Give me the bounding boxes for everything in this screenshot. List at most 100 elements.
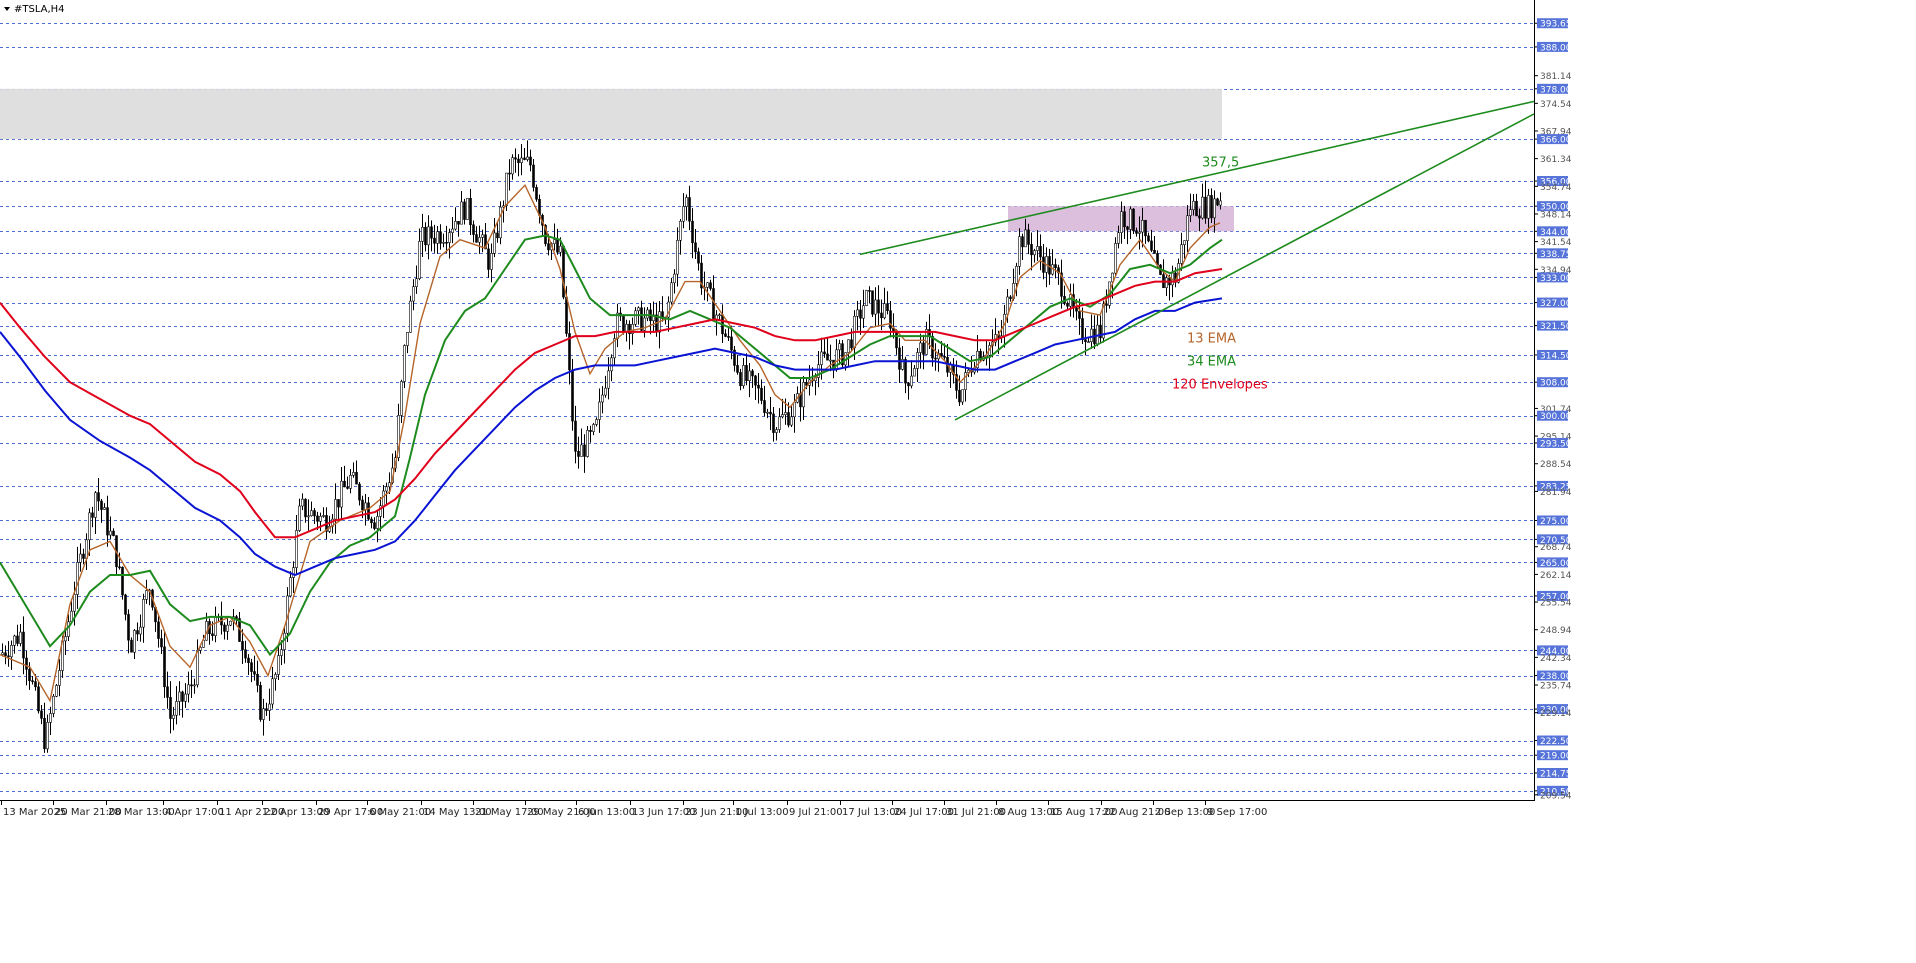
- price-tick-label: 366.00: [1540, 136, 1572, 146]
- annotation-label: 120 Envelopes: [1172, 377, 1268, 392]
- candle-body: [403, 345, 406, 382]
- candle-body: [589, 430, 592, 432]
- price-chart[interactable]: 357,5 13 EMA 34 EMA 120 Envelopes 393.65 388…: [0, 0, 1916, 963]
- candle-body: [1213, 198, 1216, 219]
- candle-body: [10, 645, 13, 658]
- price-tick-label: 293.50: [1540, 439, 1572, 449]
- candle-body: [517, 158, 520, 164]
- candle-body: [526, 156, 529, 160]
- candle-body: [1210, 195, 1213, 219]
- candle-body: [454, 221, 457, 230]
- candle-body: [577, 450, 580, 457]
- candle-body: [421, 227, 424, 242]
- candle-body: [598, 401, 601, 420]
- candle-body: [13, 635, 16, 646]
- price-tick-label: 275.00: [1540, 517, 1572, 527]
- candle-body: [304, 498, 307, 518]
- candle-body: [961, 389, 964, 403]
- candle-body: [505, 172, 508, 207]
- candle-body: [253, 671, 256, 675]
- candle-body: [145, 590, 148, 600]
- candle-body: [1126, 226, 1129, 230]
- candle-body: [871, 290, 874, 315]
- price-tick-label: 393.65: [1540, 20, 1572, 30]
- candle-body: [1201, 196, 1204, 219]
- time-tick-label: 9 Sep 17:00: [1207, 807, 1267, 818]
- candle-body: [910, 375, 913, 387]
- chart-root: 357,5 13 EMA 34 EMA 120 Envelopes 393.65 388…: [0, 0, 1916, 963]
- candle-body: [289, 577, 292, 597]
- price-tick-label: 209.54: [1540, 791, 1572, 801]
- candle-body: [943, 356, 946, 358]
- candle-body: [184, 693, 187, 702]
- zone-rect: [0, 88, 1222, 140]
- candle-body: [1090, 328, 1093, 342]
- candle-body: [1141, 220, 1144, 233]
- price-tick-label: 268.74: [1540, 543, 1572, 553]
- candle-body: [37, 686, 40, 712]
- price-tick-label: 255.54: [1540, 599, 1572, 609]
- candle-body: [1, 652, 4, 655]
- candle-body: [406, 332, 409, 346]
- candle-body: [766, 411, 769, 414]
- candle-body: [25, 657, 28, 670]
- candle-body: [1216, 198, 1219, 206]
- candle-body: [1183, 240, 1186, 245]
- candle-body: [754, 375, 757, 386]
- candle-body: [820, 351, 823, 366]
- price-tick-label: 288.54: [1540, 460, 1572, 470]
- candle-body: [556, 239, 559, 253]
- candle-body: [772, 413, 775, 433]
- price-tick-label: 222.50: [1540, 737, 1572, 747]
- price-tick-label: 321.50: [1540, 322, 1572, 332]
- candle-body: [1018, 236, 1021, 267]
- price-tick-label: 300.00: [1540, 412, 1572, 422]
- candle-body: [718, 314, 721, 317]
- candle-body: [616, 312, 619, 339]
- candle-body: [514, 157, 517, 160]
- candle-body: [175, 701, 178, 716]
- candle-body: [1027, 229, 1030, 245]
- candle-body: [307, 515, 310, 518]
- candle-body: [706, 282, 709, 288]
- candle-body: [373, 522, 376, 529]
- candle-body: [670, 282, 673, 303]
- price-tick-label: 344.00: [1540, 228, 1572, 238]
- candle-body: [280, 649, 283, 656]
- candle-body: [685, 197, 688, 207]
- candle-body: [898, 347, 901, 370]
- candle-body: [565, 296, 568, 334]
- candle-body: [520, 157, 523, 164]
- time-tick-label: 1 Jul 13:00: [735, 807, 789, 818]
- candle-body: [79, 553, 82, 563]
- candle-body: [1078, 310, 1081, 319]
- candle-body: [34, 681, 37, 688]
- price-tick-label: 314.50: [1540, 351, 1572, 361]
- candle-body: [244, 649, 247, 659]
- candle-body: [730, 336, 733, 351]
- candle-body: [877, 299, 880, 314]
- candle-body: [247, 657, 250, 663]
- price-tick-label: 354.74: [1540, 183, 1572, 193]
- time-tick-label: 9 Jul 21:00: [789, 807, 843, 818]
- candle-body: [607, 370, 610, 389]
- candle-body: [868, 290, 871, 292]
- candle-body: [529, 156, 532, 166]
- candle-body: [472, 224, 475, 235]
- time-tick-label: 31 Jul 21:00: [946, 807, 1006, 818]
- candle-body: [1021, 236, 1024, 248]
- candle-body: [448, 232, 451, 243]
- candle-body: [319, 515, 322, 522]
- candle-body: [958, 390, 961, 403]
- candle-body: [133, 630, 136, 653]
- candle-body: [1075, 307, 1078, 312]
- candle-body: [187, 684, 190, 695]
- candle-body: [553, 239, 556, 244]
- price-tick-label: 248.94: [1540, 626, 1572, 636]
- candle-body: [73, 594, 76, 612]
- candle-body: [259, 684, 262, 720]
- candle-body: [1204, 196, 1207, 219]
- candle-body: [388, 482, 391, 488]
- candle-body: [31, 680, 34, 682]
- candle-body: [1066, 303, 1069, 307]
